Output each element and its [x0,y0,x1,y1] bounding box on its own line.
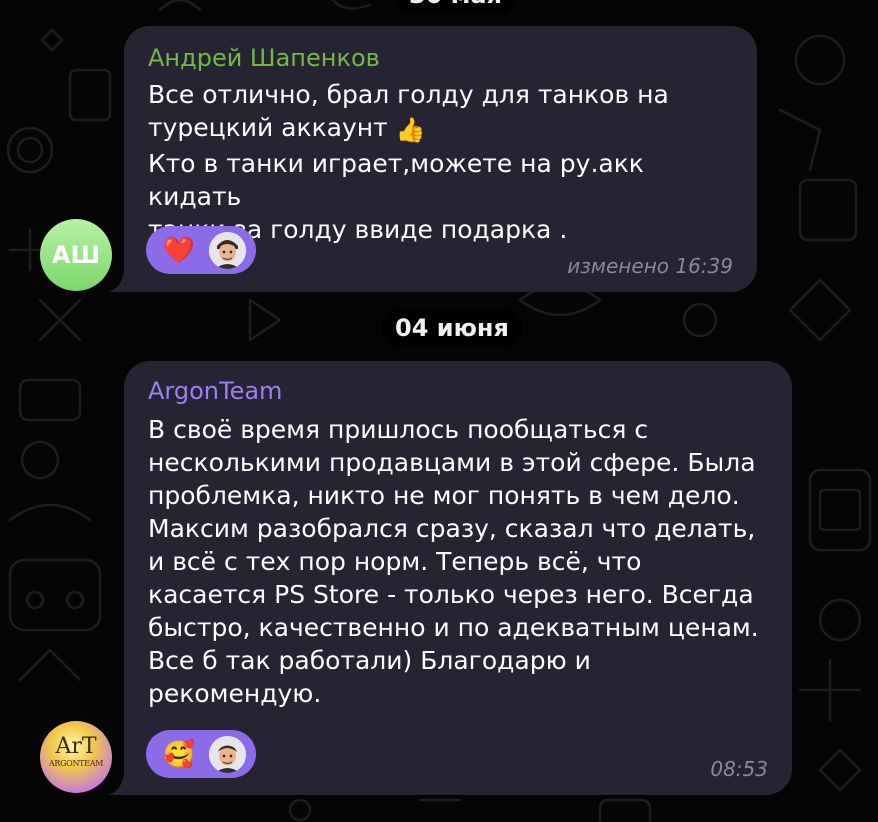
date-separator: 04 июня [381,309,523,347]
message-text: В своё время пришлось пообщаться с неско… [148,415,759,708]
avatar-initials: АШ [51,241,101,269]
avatar[interactable]: ArT ARGONTEAM [40,721,112,793]
message-text: Все отлично, брал голду для танков на ту… [148,78,738,246]
thumbs-up-emoji-icon: 👍 [395,116,426,144]
avatar-logo-mark: ArT [55,734,97,759]
heart-reaction-icon: ❤️ [162,235,196,265]
reaction-pill[interactable]: ❤️ [146,226,256,274]
reactor-avatar [209,736,246,773]
argonteam-logo: ArT ARGONTEAM [40,735,112,769]
message-bubble[interactable]: ArgonTeam В своё время пришлось пообщать… [124,361,792,795]
date-separator-top: 30 мая [395,0,516,14]
sender-name[interactable]: ArgonTeam [148,377,282,405]
reaction-pill[interactable]: 🥰 [146,730,256,778]
memoji-icon [209,736,246,773]
avatar-logo-text: ARGONTEAM [48,759,104,768]
memoji-icon [209,232,246,269]
smiling-hearts-reaction-icon: 🥰 [162,739,196,769]
message-timestamp: 08:53 [710,757,768,781]
sender-name[interactable]: Андрей Шапенков [148,44,380,72]
reactor-avatar [209,232,246,269]
message-timestamp: изменено 16:39 [567,254,733,278]
avatar[interactable]: АШ [40,219,112,291]
bubble-tail [108,773,134,795]
message-bubble[interactable]: Андрей Шапенков Все отлично, брал голду … [124,26,757,292]
